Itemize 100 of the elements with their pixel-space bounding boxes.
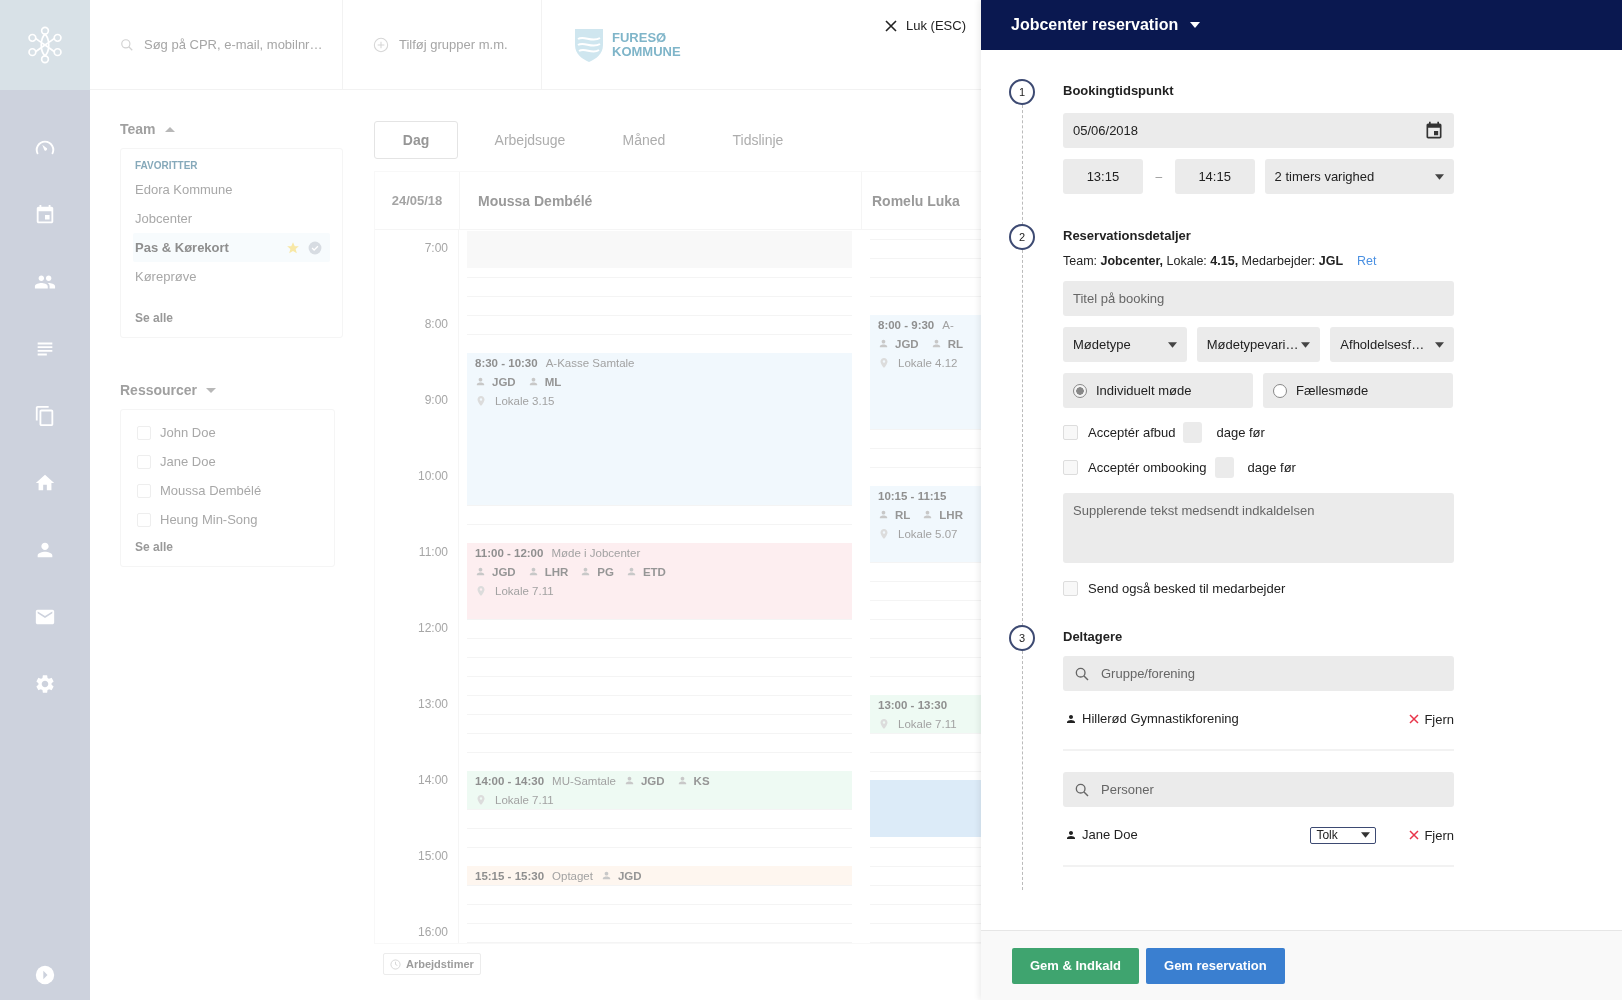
end-time-field[interactable]: 14:15 xyxy=(1174,159,1255,194)
hour-label: 16:00 xyxy=(417,925,448,939)
event-time: 13:00 - 13:30 xyxy=(878,698,948,711)
calendar-icon[interactable] xyxy=(1424,120,1444,141)
event-time: 11:00 - 12:00 xyxy=(475,546,544,559)
radio-button[interactable] xyxy=(1273,383,1287,398)
calendar-event[interactable] xyxy=(870,780,981,837)
caret-icon[interactable] xyxy=(206,386,217,394)
view-tab[interactable]: Dag xyxy=(374,121,458,159)
caret-icon xyxy=(1361,832,1371,838)
calendar-event[interactable]: 8:00 - 9:30 A- JGD RL Lokale 4.12 xyxy=(870,315,981,429)
hour-label: 15:00 xyxy=(417,849,448,863)
person-initials: JGD xyxy=(492,375,516,388)
pin-icon xyxy=(878,717,890,730)
option-suffix: dage før xyxy=(1247,459,1296,475)
calendar-event[interactable]: 11:00 - 12:00 Møde i Jobcenter JGD LHR PG ETD Lokale 7.11 xyxy=(467,543,852,619)
checkbox[interactable] xyxy=(1063,580,1078,596)
person-icon xyxy=(625,566,637,577)
search-field[interactable]: Gruppe/forening xyxy=(1063,656,1454,691)
caret-icon xyxy=(1435,173,1444,180)
event-time: 10:15 - 11:15 xyxy=(878,489,947,502)
add-groups-button[interactable]: Tilføj grupper m.m. xyxy=(343,0,542,89)
dropdown-select[interactable]: Mødetypevari… xyxy=(1196,327,1321,362)
event-time: 14:00 - 14:30 xyxy=(475,774,545,787)
person-icon xyxy=(475,566,486,577)
search-icon xyxy=(1074,666,1090,682)
see-all-link[interactable]: Se alle xyxy=(133,540,322,554)
check-icon xyxy=(308,240,322,255)
edit-link[interactable]: Ret xyxy=(1357,251,1377,271)
footer-button[interactable]: Gem & Indkald xyxy=(1012,947,1140,984)
person-initials: ETD xyxy=(642,565,666,578)
hour-label: 8:00 xyxy=(424,317,448,331)
team-item[interactable]: Jobcenter xyxy=(133,204,330,233)
hour-label: 14:00 xyxy=(417,773,448,787)
close-icon xyxy=(885,19,898,32)
see-all-link[interactable]: Se alle xyxy=(133,311,330,325)
documents-icon[interactable] xyxy=(34,405,56,427)
section-label: FAVORITTER xyxy=(134,159,199,173)
radio-option[interactable]: Fællesmøde xyxy=(1263,373,1453,408)
radio-option[interactable]: Individuelt møde xyxy=(1063,373,1253,408)
person-initials: KS xyxy=(693,774,710,787)
date-label: 24/05/18 xyxy=(391,193,443,208)
hour-label: 12:00 xyxy=(417,621,448,635)
start-time-field[interactable]: 13:15 xyxy=(1063,159,1143,194)
expand-icon[interactable] xyxy=(35,965,55,985)
pin-icon xyxy=(475,394,487,407)
checkbox[interactable] xyxy=(1063,459,1078,475)
remove-button[interactable]: Fjern xyxy=(1409,827,1454,843)
view-tab[interactable]: Måned xyxy=(602,121,686,159)
calendar-event[interactable]: 14:00 - 14:30 MU-Samtale JGD KS Lokale 7.11 xyxy=(467,771,852,809)
calendar-event[interactable]: 8:30 - 10:30 A-Kasse Samtale JGD ML Lokale 3.15 xyxy=(467,353,852,505)
hour-label: 9:00 xyxy=(424,393,448,407)
person-icon xyxy=(676,775,688,786)
view-tab[interactable]: Arbejdsuge xyxy=(488,121,572,159)
event-location: Lokale 7.11 xyxy=(898,717,957,730)
resource-label: Jane Doe xyxy=(160,454,216,469)
team-item[interactable]: Pas & Kørekort xyxy=(133,233,330,262)
calendar-event[interactable]: 15:15 - 15:30 Optaget JGD xyxy=(467,866,852,885)
hour-label: 10:00 xyxy=(417,469,448,483)
person-icon xyxy=(580,566,592,577)
message-field[interactable]: Supplerende tekst medsendt indkaldelsen xyxy=(1063,493,1454,563)
remove-icon xyxy=(1409,714,1420,724)
search-icon xyxy=(120,37,134,52)
calendar-event[interactable]: 13:00 - 13:30 Lokale 7.11 xyxy=(870,695,981,733)
team-item[interactable]: Køreprøve xyxy=(133,262,330,291)
dropdown-select[interactable]: Mødetype xyxy=(1063,327,1187,362)
date-field[interactable]: 05/06/2018 xyxy=(1063,113,1454,148)
team-item[interactable]: Edora Kommune xyxy=(133,175,330,204)
radio-button[interactable] xyxy=(1073,383,1087,398)
section-title: Team xyxy=(120,121,156,137)
close-button[interactable]: Luk (ESC) xyxy=(885,18,966,33)
settings-icon[interactable] xyxy=(34,673,56,695)
person-icon xyxy=(527,566,539,577)
search-field[interactable]: Personer xyxy=(1063,772,1454,807)
checkbox[interactable] xyxy=(1063,424,1078,440)
resource-label: Moussa Dembélé xyxy=(160,483,262,498)
duration-select[interactable]: 2 timers varighed xyxy=(1264,159,1454,194)
star-icon[interactable] xyxy=(286,240,300,255)
title-field[interactable]: Titel på booking xyxy=(1063,281,1454,316)
panel-title-dropdown[interactable]: Jobcenter reservation xyxy=(1011,16,1201,34)
option-label: Acceptér ombooking xyxy=(1088,459,1207,475)
person-icon xyxy=(527,376,539,387)
view-tab[interactable]: Tidslinje xyxy=(716,121,800,159)
pin-icon xyxy=(475,584,487,597)
pin-icon xyxy=(878,356,890,369)
remove-button[interactable]: Fjern xyxy=(1409,711,1454,727)
role-select[interactable]: Tolk xyxy=(1310,826,1377,844)
person-icon xyxy=(878,509,889,520)
working-hours-button[interactable]: Arbejdstimer xyxy=(383,953,481,975)
calendar-event[interactable]: 10:15 - 11:15 RL LHR Lokale 5.07 xyxy=(870,486,981,562)
event-title: A- xyxy=(942,318,954,331)
search-icon xyxy=(1074,782,1090,798)
event-title: Møde i Jobcenter xyxy=(551,546,641,559)
person-initials: JGD xyxy=(617,869,642,882)
footer-button[interactable]: Gem reservation xyxy=(1146,947,1285,984)
person-icon xyxy=(1065,713,1077,725)
caret-icon[interactable] xyxy=(164,125,175,133)
dropdown-select[interactable]: Afholdelsesf… xyxy=(1330,327,1454,362)
event-title: MU-Samtale xyxy=(552,774,616,787)
search-field[interactable]: Søg på CPR, e-mail, mobilnr… xyxy=(144,37,334,52)
